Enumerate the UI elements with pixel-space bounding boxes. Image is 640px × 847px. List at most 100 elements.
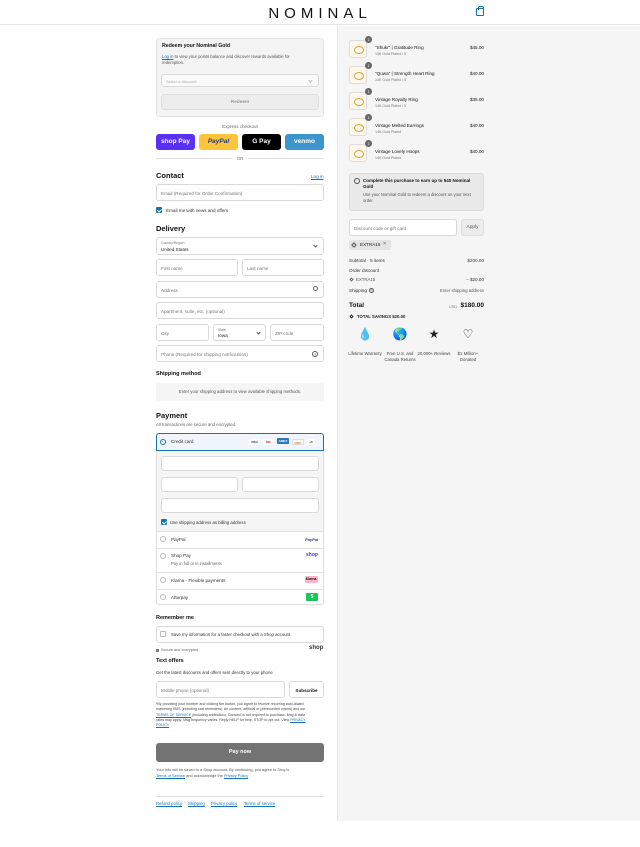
visa-logo: VISA: [249, 439, 260, 445]
sms-legal-text: *By providing your number and clicking t…: [156, 702, 326, 728]
payment-divider: [156, 531, 324, 532]
country-select[interactable]: Country/Region United States: [156, 237, 324, 255]
product-variant: 14K Gold Plated / 5: [375, 52, 407, 56]
shipping-link[interactable]: Shipping: [188, 801, 205, 806]
email-field[interactable]: Email (Required for Order Confirmation): [156, 184, 324, 201]
shop-pay-option-label[interactable]: Shop Pay: [171, 553, 191, 558]
apply-button[interactable]: Apply: [461, 219, 484, 236]
paypal-option-label[interactable]: PayPal: [171, 537, 186, 542]
delivery-heading: Delivery: [156, 224, 186, 233]
help-icon[interactable]: ?: [312, 351, 318, 357]
express-checkout-label: Express checkout: [222, 124, 258, 129]
billing-checkbox[interactable]: [161, 519, 167, 525]
redeem-desc: Log in to view your points balance and d…: [162, 54, 312, 66]
policy-link[interactable]: POLICY: [156, 723, 169, 727]
mobile-phone-placeholder: Mobile phone (optional): [161, 688, 210, 693]
card-cvv-field[interactable]: [242, 477, 319, 492]
qty-badge: 1: [365, 36, 372, 43]
credit-card-radio[interactable]: [160, 439, 166, 445]
discount-tag-label: EXTRA15: [360, 242, 381, 247]
shop-pay-button[interactable]: shop Pay: [156, 134, 195, 150]
discount-value: − $20.00: [465, 277, 484, 282]
shop-pay-radio[interactable]: [160, 553, 166, 559]
redeem-login-link[interactable]: Log in: [162, 54, 173, 59]
shop-tos-link[interactable]: Terms of Service: [156, 773, 185, 778]
shop-notice-mid: and acknowledge the: [186, 772, 223, 778]
shop-logo: shop: [309, 645, 324, 651]
klarna-radio[interactable]: [160, 577, 166, 583]
total-label: Total: [349, 302, 365, 309]
globe-arrows-icon: 🌎: [392, 327, 408, 341]
product-image: [349, 66, 367, 84]
address-field[interactable]: Address: [156, 281, 324, 298]
paypal-radio[interactable]: [160, 536, 166, 542]
product-name: Vintage Melted Earrings: [375, 123, 424, 128]
product-image: [349, 118, 367, 136]
trust-label: Lifetime Warranty: [348, 351, 382, 356]
shop-privacy-link[interactable]: Privacy Policy: [224, 773, 248, 778]
qty-badge: 1: [365, 140, 372, 147]
klarna-badge: Klarna.: [305, 576, 318, 583]
help-icon[interactable]: ?: [369, 288, 374, 293]
product-name: Vintage Lovely Hoops: [375, 149, 420, 154]
contact-login-link[interactable]: Log in: [311, 174, 324, 179]
search-icon: [313, 286, 318, 291]
remove-discount-icon[interactable]: ×: [383, 241, 386, 247]
remember-checkbox[interactable]: [160, 631, 166, 637]
stars-icon: ★: [428, 327, 440, 341]
afterpay-option-label[interactable]: Afterpay: [171, 595, 188, 600]
discount-code-field[interactable]: Discount code or gift card: [349, 219, 457, 236]
store-logo[interactable]: NOMINAL: [0, 5, 640, 22]
redeem-discount-select[interactable]: Select a discount: [161, 74, 319, 87]
klarna-option-label[interactable]: Klarna - Flexible payments: [171, 578, 225, 583]
privacy-policy-link[interactable]: Privacy policy: [211, 801, 237, 806]
google-pay-button[interactable]: G Pay: [242, 134, 281, 150]
afterpay-radio[interactable]: [160, 594, 166, 600]
chevron-down-icon: [313, 243, 318, 248]
shipping-notice: Enter your shipping address to view avai…: [156, 383, 324, 401]
qty-badge: 1: [365, 62, 372, 69]
product-name: "Quwa" | Strength Heart Ring: [375, 71, 435, 76]
card-number-field[interactable]: [161, 456, 319, 471]
redeem-desc-text: to view your points balance and discover…: [162, 54, 290, 65]
paypal-button[interactable]: PayPal: [199, 134, 238, 150]
first-name-field[interactable]: First name: [156, 259, 238, 276]
first-name-placeholder: First name: [161, 266, 183, 271]
secure-text: Secure and encrypted: [161, 648, 199, 652]
shopping-bag-icon[interactable]: [476, 6, 484, 16]
apartment-field[interactable]: Apartment, suite, etc. (optional): [156, 302, 324, 319]
coin-icon: [354, 178, 360, 184]
chevron-down-icon: [256, 330, 261, 335]
email-placeholder: Email (Required for Order Confirmation): [161, 191, 243, 196]
pay-now-button[interactable]: Pay now: [156, 743, 324, 762]
state-select[interactable]: State Iowa: [213, 324, 266, 341]
discover-logo: DISC: [292, 439, 304, 445]
card-expiry-field[interactable]: [161, 477, 238, 492]
product-variant: 14K Gold Plated / 5: [375, 78, 407, 82]
privacy-link[interactable]: PRIVACY: [290, 718, 306, 722]
remember-label: Save my information for a faster checkou…: [171, 632, 291, 637]
terms-of-service-link[interactable]: TERMS OF SERVICE: [156, 713, 191, 717]
product-image: [349, 92, 367, 110]
city-field[interactable]: City: [156, 324, 209, 341]
credit-card-label: Credit card: [171, 439, 194, 444]
refund-policy-link[interactable]: Refund policy: [156, 801, 182, 806]
venmo-button[interactable]: venmo: [285, 134, 324, 150]
phone-placeholder: Phone (Required for shipping notificatio…: [161, 352, 248, 357]
mobile-phone-field[interactable]: Mobile phone (optional): [156, 681, 285, 698]
chevron-down-icon: [308, 78, 313, 83]
payment-divider: [156, 572, 324, 573]
last-name-field[interactable]: Last name: [242, 259, 324, 276]
subscribe-button[interactable]: Subscribe: [289, 681, 324, 698]
country-label: Country/Region: [161, 241, 185, 245]
phone-field[interactable]: Phone (Required for shipping notificatio…: [156, 345, 324, 362]
terms-of-service-footer-link[interactable]: Terms of service: [244, 801, 275, 806]
zip-field[interactable]: ZIP code: [270, 324, 324, 341]
product-price: $40.00: [469, 149, 484, 154]
card-name-field[interactable]: [161, 498, 319, 513]
news-checkbox[interactable]: [156, 207, 162, 213]
more-cards-badge: +6: [307, 439, 315, 445]
billing-label: Use shipping address as billing address: [170, 520, 246, 525]
shop-pay-badge: shop: [306, 552, 318, 558]
redeem-button[interactable]: Redeem: [161, 94, 319, 110]
